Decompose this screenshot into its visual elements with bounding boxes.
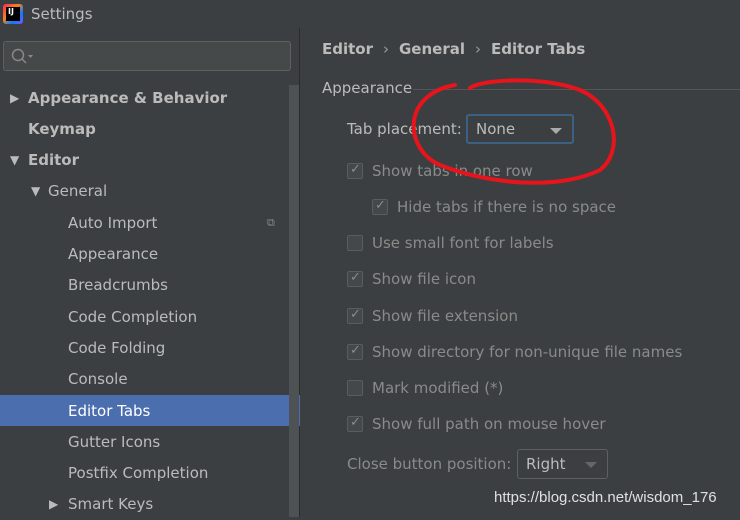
window-title: Settings (31, 5, 93, 23)
sidebar-item-gutter-icons[interactable]: Gutter Icons (0, 426, 300, 457)
breadcrumb: Editor › General › Editor Tabs (322, 40, 585, 58)
sidebar-scrollbar[interactable] (289, 85, 299, 517)
checkbox-checked[interactable] (347, 162, 363, 179)
expand-arrow-right-icon[interactable]: ▶ (10, 91, 19, 105)
close-button-position-dropdown[interactable]: Right (517, 449, 608, 479)
group-divider (413, 89, 740, 90)
sidebar-item-smart-keys[interactable]: ▶ Smart Keys (0, 489, 300, 520)
option-checkbox-row[interactable]: Show file icon (347, 270, 476, 288)
option-checkbox-row[interactable]: Hide tabs if there is no space (372, 198, 616, 216)
appearance-group-title: Appearance (322, 79, 413, 97)
sidebar-item-label: Editor (28, 151, 79, 170)
sidebar-item-label: Appearance (68, 245, 159, 263)
chevron-down-icon (550, 128, 562, 134)
sidebar-item-auto-import[interactable]: Auto Import ⧉ (0, 207, 300, 238)
option-checkbox-row[interactable]: Show file extension (347, 307, 518, 325)
option-label: Mark modified (*) (372, 379, 504, 397)
expand-arrow-down-icon[interactable]: ▼ (31, 184, 40, 198)
close-button-position-label: Close button position: (347, 455, 512, 473)
sidebar-item-label: Auto Import (68, 213, 158, 232)
breadcrumb-item: Editor Tabs (491, 40, 586, 58)
sidebar-item-breadcrumbs[interactable]: Breadcrumbs (0, 270, 300, 301)
sidebar-item-postfix-completion[interactable]: Postfix Completion (0, 458, 300, 489)
sidebar-item-label: Keymap (28, 119, 96, 138)
sidebar-item-label: Smart Keys (68, 495, 154, 514)
watermark: https://blog.csdn.net/wisdom_176 (494, 489, 717, 506)
option-checkbox-row[interactable]: Use small font for labels (347, 234, 554, 252)
option-checkbox-row[interactable]: Show tabs in one row (347, 162, 533, 180)
breadcrumb-item[interactable]: Editor (322, 40, 373, 58)
sidebar-item-editor[interactable]: ▼ Editor (0, 145, 300, 176)
sidebar-item-editor-tabs[interactable]: Editor Tabs (0, 395, 300, 426)
breadcrumb-separator: › (383, 40, 389, 58)
sidebar-item-console[interactable]: Console (0, 364, 300, 395)
option-label: Use small font for labels (372, 234, 554, 252)
checkbox-checked[interactable] (347, 307, 363, 324)
sidebar-item-label: Editor Tabs (68, 401, 151, 420)
checkbox-unchecked[interactable] (347, 380, 363, 396)
option-checkbox-row[interactable]: Show full path on mouse hover (347, 415, 606, 433)
option-label: Hide tabs if there is no space (397, 198, 617, 216)
tab-placement-label: Tab placement: (347, 120, 462, 138)
option-checkbox-row[interactable]: Mark modified (*) (347, 379, 503, 397)
option-label: Show file extension (372, 307, 518, 325)
project-level-copy-icon: ⧉ (267, 215, 275, 229)
sidebar-item-code-folding[interactable]: Code Folding (0, 332, 300, 363)
option-label: Show full path on mouse hover (372, 415, 606, 433)
option-label: Show tabs in one row (372, 162, 533, 180)
checkbox-checked[interactable] (347, 343, 363, 360)
sidebar-item-label: Gutter Icons (68, 432, 161, 451)
checkbox-checked[interactable] (347, 270, 363, 287)
checkbox-unchecked[interactable] (347, 235, 363, 251)
sidebar-item-label: Console (68, 370, 128, 389)
sidebar-item-general[interactable]: ▼ General (0, 176, 300, 207)
settings-sidebar: ▶ Appearance & Behavior Keymap ▼ Editor ▼ Gene… (0, 28, 300, 517)
tab-placement-dropdown[interactable]: None (466, 114, 574, 144)
tab-placement-value: None (476, 120, 516, 138)
expand-arrow-down-icon[interactable]: ▼ (10, 153, 19, 167)
sidebar-item-appearance[interactable]: Appearance (0, 239, 300, 270)
sidebar-item-label: General (48, 182, 108, 201)
breadcrumb-item[interactable]: General (399, 40, 465, 58)
expand-arrow-right-icon[interactable]: ▶ (49, 497, 58, 511)
editor-tabs-panel: Editor › General › Editor Tabs Appearanc… (301, 28, 740, 517)
sidebar-item-label: Appearance & Behavior (28, 88, 228, 107)
sidebar-item-label: Breadcrumbs (68, 276, 168, 295)
search-icon (11, 48, 33, 64)
sidebar-item-label: Code Completion (68, 307, 198, 326)
close-button-position-value: Right (526, 455, 566, 473)
option-label: Show directory for non-unique file names (372, 343, 683, 361)
sidebar-item-label: Code Folding (68, 338, 166, 357)
sidebar-item-code-completion[interactable]: Code Completion (0, 301, 300, 332)
checkbox-checked[interactable] (347, 415, 363, 432)
search-input[interactable] (3, 41, 291, 71)
checkbox-checked[interactable] (372, 198, 388, 215)
sidebar-item-appearance-behavior[interactable]: ▶ Appearance & Behavior (0, 82, 300, 113)
chevron-down-icon (585, 462, 597, 468)
breadcrumb-separator: › (475, 40, 481, 58)
intellij-logo-icon: IJ (3, 4, 23, 24)
sidebar-item-label: Postfix Completion (68, 464, 209, 483)
option-checkbox-row[interactable]: Show directory for non-unique file names (347, 343, 682, 361)
option-label: Show file icon (372, 270, 476, 288)
sidebar-item-keymap[interactable]: Keymap (0, 113, 300, 144)
title-bar: IJ Settings (0, 0, 740, 28)
